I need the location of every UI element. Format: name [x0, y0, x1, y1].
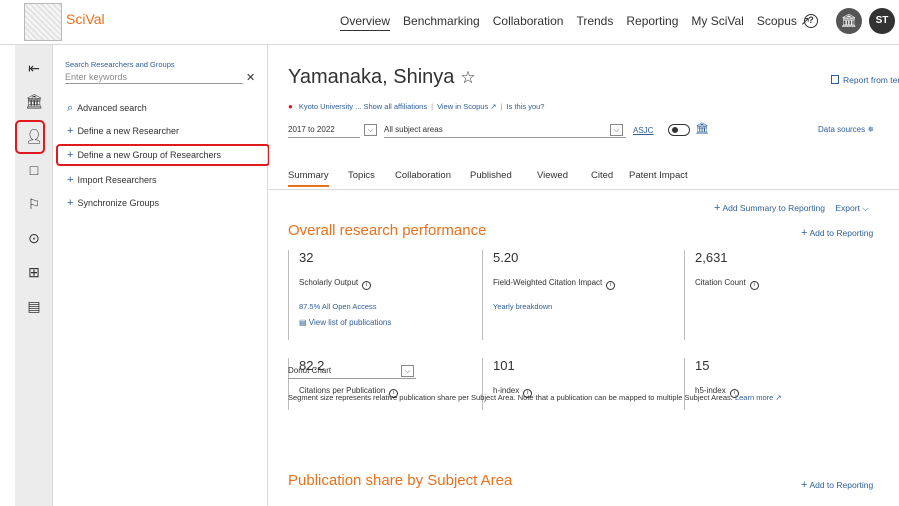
- tab-topics[interactable]: Topics: [348, 170, 375, 181]
- nav-scopus[interactable]: Scopus ↗: [757, 14, 810, 31]
- collapse-panel-icon[interactable]: ⇤: [23, 57, 45, 79]
- import-researchers-link[interactable]: + Import Researchers: [67, 174, 156, 186]
- app-name[interactable]: SciVal: [66, 11, 105, 27]
- metric-h5-index: 15 h5-index i: [684, 358, 874, 410]
- search-icon: ⌕: [67, 102, 74, 114]
- tab-cited[interactable]: Cited: [591, 170, 613, 181]
- chart-footnote: Segment size represents relative publica…: [288, 393, 782, 402]
- plus-icon: +: [67, 197, 74, 209]
- nav-benchmarking[interactable]: Benchmarking: [403, 14, 480, 31]
- toggle-switch[interactable]: [668, 124, 690, 136]
- plus-icon: +: [67, 174, 74, 186]
- top-bar: SciVal Overview Benchmarking Collaborati…: [0, 0, 899, 45]
- nav-collaboration[interactable]: Collaboration: [493, 14, 564, 31]
- view-list-of-publications-link[interactable]: ▤ View list of publications: [299, 318, 478, 327]
- metric-scholarly-output: 32 Scholarly Output i 87.5% All Open Acce…: [288, 250, 478, 340]
- metric-fwci: 5.20 Field-Weighted Citation Impact i Yea…: [482, 250, 672, 340]
- publication-set-icon[interactable]: □: [23, 159, 45, 181]
- institution-icon[interactable]: 🏛︎: [23, 90, 45, 112]
- add-to-reporting-button[interactable]: + Add to Reporting: [801, 227, 873, 239]
- affiliation-link[interactable]: Kyoto University ... Show all affiliatio…: [299, 102, 427, 111]
- filter-bar: 2017 to 2022 ⌵ All subject areas ⌵ ASJC …: [288, 122, 880, 140]
- institution-icon[interactable]: 🏛︎: [836, 8, 862, 34]
- page-title: Yamanaka, Shinya ☆: [288, 66, 476, 88]
- affiliation-line: ● Kyoto University ... Show all affiliati…: [288, 102, 545, 111]
- chevron-down-icon[interactable]: ⌵: [364, 124, 377, 136]
- top-navigation: Overview Benchmarking Collaboration Tren…: [340, 14, 810, 31]
- chart-type-select[interactable]: Donut Chart: [288, 363, 416, 379]
- search-input[interactable]: [65, 70, 243, 84]
- affiliation-dot-icon: ●: [288, 102, 293, 111]
- yearly-breakdown-link[interactable]: Yearly breakdown: [493, 302, 672, 311]
- define-researcher-link[interactable]: + Define a new Researcher: [67, 125, 179, 137]
- tab-patent-impact[interactable]: Patent Impact: [629, 170, 688, 181]
- grid-icon[interactable]: ⊞: [23, 261, 45, 283]
- advanced-search-link[interactable]: ⌕ Advanced search: [67, 102, 147, 115]
- chevron-down-icon[interactable]: ⌵: [401, 365, 414, 377]
- list-icon: ▤: [299, 318, 307, 327]
- summary-content: + Add Summary to Reporting Export ⌵ Overa…: [269, 190, 899, 506]
- data-sources-link[interactable]: Data sources ✵: [818, 125, 874, 134]
- publication-share-heading: Publication share by Subject Area: [288, 472, 513, 489]
- add-to-reporting-button[interactable]: + Add to Reporting: [801, 479, 873, 491]
- subject-area-select[interactable]: All subject areas: [384, 122, 626, 138]
- summary-actions: + Add Summary to Reporting Export ⌵: [714, 202, 869, 214]
- chevron-down-icon[interactable]: ⌵: [610, 124, 623, 136]
- tab-summary[interactable]: Summary: [288, 170, 329, 187]
- nav-my-scival[interactable]: My SciVal: [691, 14, 743, 31]
- report-icon: [831, 75, 839, 84]
- chevron-down-icon: ⌵: [862, 203, 869, 213]
- left-rail: ⇤ 🏛︎ 👤︎ □ ⚐ ⊙ ⊞ ▤: [15, 45, 53, 506]
- tab-published[interactable]: Published: [470, 170, 512, 181]
- synchronize-groups-link[interactable]: + Synchronize Groups: [67, 197, 159, 209]
- help-icon[interactable]: ?: [804, 14, 818, 28]
- nav-trends[interactable]: Trends: [576, 14, 613, 31]
- search-label: Search Researchers and Groups: [65, 60, 175, 69]
- info-icon[interactable]: i: [606, 281, 616, 290]
- main-content: Yamanaka, Shinya☆ Report from template ●…: [269, 45, 899, 506]
- nav-overview[interactable]: Overview: [340, 14, 391, 31]
- sparkle-icon: ✵: [867, 125, 875, 134]
- search-panel: Search Researchers and Groups ✕ ⌕Advance…: [53, 45, 268, 506]
- plus-icon: +: [67, 125, 74, 137]
- report-from-template-link[interactable]: Report from template: [831, 75, 899, 85]
- topic-icon[interactable]: ⊙: [23, 227, 45, 249]
- asjc-link[interactable]: ASJC: [633, 126, 653, 135]
- metric-h-index: 101 h-index i: [482, 358, 672, 410]
- open-access-link[interactable]: 87.5% All Open Access: [299, 302, 478, 311]
- elsevier-logo: [24, 3, 62, 41]
- info-icon[interactable]: i: [749, 281, 759, 290]
- tab-bar: Summary Topics Collaboration Published V…: [288, 165, 880, 189]
- tab-viewed[interactable]: Viewed: [537, 170, 568, 181]
- info-icon[interactable]: i: [362, 281, 372, 290]
- view-in-scopus-link[interactable]: View in Scopus ↗: [437, 102, 497, 111]
- avatar[interactable]: ST: [869, 8, 895, 34]
- overall-performance-heading: Overall research performance: [288, 222, 487, 239]
- learn-more-link[interactable]: Learn more ↗: [735, 393, 782, 402]
- researcher-icon-highlight: [15, 120, 45, 154]
- close-icon[interactable]: ✕: [246, 71, 255, 84]
- country-flag-icon[interactable]: ⚐: [23, 193, 45, 215]
- export-button[interactable]: Export ⌵: [835, 203, 868, 213]
- tab-collaboration[interactable]: Collaboration: [395, 170, 451, 181]
- document-icon[interactable]: ▤: [23, 295, 45, 317]
- metric-citation-count: 2,631 Citation Count i: [684, 250, 874, 340]
- nav-reporting[interactable]: Reporting: [626, 14, 678, 31]
- year-range-select[interactable]: 2017 to 2022: [288, 122, 360, 138]
- is-this-you-link[interactable]: Is this you?: [507, 102, 545, 111]
- add-summary-to-reporting-button[interactable]: + Add Summary to Reporting: [714, 202, 825, 214]
- star-icon[interactable]: ☆: [460, 68, 475, 87]
- institution-icon: 🏛︎: [695, 123, 709, 135]
- define-group-highlight: [56, 144, 270, 166]
